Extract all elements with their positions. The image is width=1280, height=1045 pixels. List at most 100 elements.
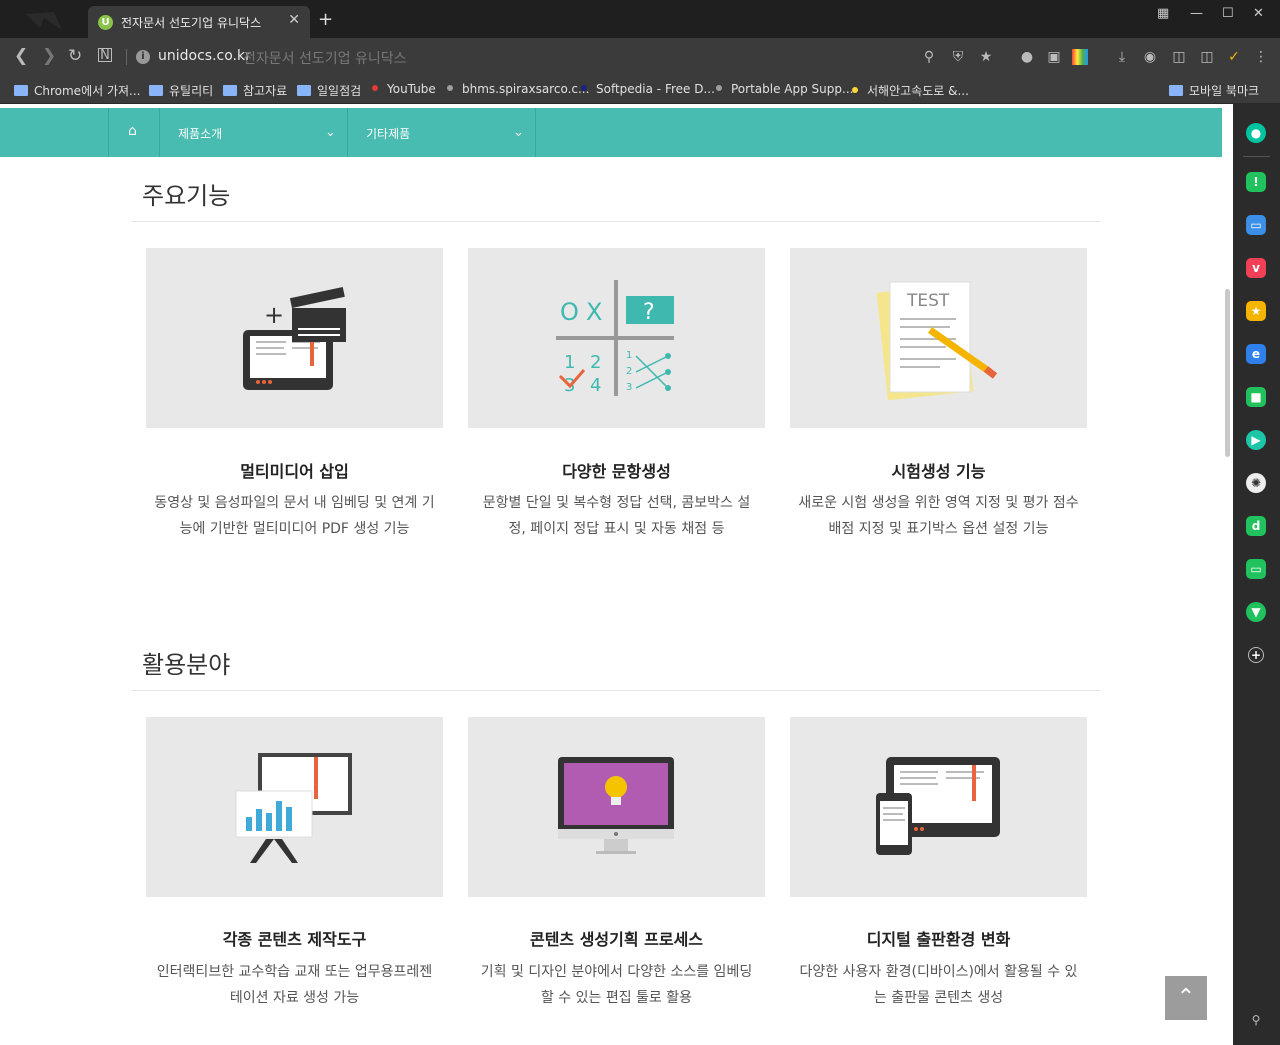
url-text[interactable]: unidocs.co.kr: [158, 48, 251, 64]
card-desc-line: 배점 지정 및 표기박스 옵션 설정 기능: [828, 521, 1049, 537]
card-desc-line: 다양한 사용자 환경(디바이스)에서 활용될 수 있: [799, 964, 1078, 980]
reader-icon[interactable]: N: [98, 48, 112, 62]
section-title-usage: 활용분야: [142, 651, 231, 679]
nav-home[interactable]: ⌂: [108, 108, 160, 157]
sidebar-panel-icon[interactable]: ◫: [1171, 49, 1187, 65]
favorite-icon[interactable]: ★: [1246, 301, 1266, 321]
site-info-icon[interactable]: i: [136, 50, 150, 64]
card-desc-line: 정, 페이지 정답 표시 및 자동 채점 등: [508, 521, 725, 537]
card-desc: 문항별 단일 및 복수형 정답 선택, 콤보박스 설 정, 페이지 정답 표시 …: [468, 490, 765, 542]
folder-icon: [297, 85, 311, 96]
card-desc-line: 기획 및 디자인 분야에서 다양한 소스를 임베딩: [480, 964, 753, 980]
bookmark-label: 유틸리티: [169, 84, 214, 98]
card-desc-line: 능에 기반한 멀티미디어 PDF 생성 기능: [179, 521, 410, 537]
bookmark-label: 모바일 북마크: [1189, 84, 1260, 98]
dict-icon[interactable]: d: [1246, 516, 1266, 536]
maximize-icon[interactable]: ☐: [1222, 6, 1234, 21]
card-desc: 인터랙티브한 교수학습 교재 또는 업무용프레젠 테이션 자료 생성 가능: [146, 959, 443, 1011]
svg-text:2: 2: [626, 366, 632, 377]
nav-item-products[interactable]: 제품소개 ⌄: [159, 108, 348, 157]
svg-text:3: 3: [626, 382, 632, 393]
talk-icon[interactable]: ▭: [1246, 559, 1266, 579]
note-icon[interactable]: ■: [1246, 387, 1266, 407]
bookmark-label: 일일점검: [317, 84, 362, 98]
nav-item-others[interactable]: 기타제품 ⌄: [347, 108, 536, 157]
reload-icon[interactable]: ↻: [68, 46, 82, 66]
calendar-icon[interactable]: ▭: [1246, 215, 1266, 235]
card-title: 멀티미디어 삽입: [240, 462, 349, 481]
scroll-to-top-button[interactable]: ⌃: [1165, 976, 1207, 1020]
browser-logo-icon: [18, 6, 74, 34]
globe-icon: [447, 85, 453, 91]
pocket-icon[interactable]: v: [1246, 258, 1266, 278]
close-window-icon[interactable]: ✕: [1253, 6, 1264, 21]
bookmark-site[interactable]: Portable App Supp...: [716, 82, 853, 96]
bookmark-icon[interactable]: ▼: [1246, 602, 1266, 622]
nav-label: 제품소개: [178, 127, 223, 141]
add-icon[interactable]: +: [1248, 647, 1264, 663]
bookmark-site[interactable]: 서해안고속도로 &...: [852, 82, 969, 99]
download-icon[interactable]: ⤓: [1114, 49, 1130, 65]
card-desc-line: 새로운 시험 생성을 위한 영역 지정 및 평가 점수: [798, 495, 1079, 511]
back-icon[interactable]: ❮: [14, 46, 28, 66]
card-desc: 새로운 시험 생성을 위한 영역 지정 및 평가 점수 배점 지정 및 표기박스…: [790, 490, 1087, 542]
card-desc-line: 동영상 및 음성파일의 문서 내 임베딩 및 연계 기: [154, 495, 435, 511]
page-scrollbar[interactable]: [1222, 104, 1233, 1045]
alarm-icon[interactable]: !: [1246, 172, 1266, 192]
folder-icon: [14, 85, 28, 96]
folder-icon: [149, 85, 163, 96]
forward-icon[interactable]: ❯: [42, 46, 56, 66]
youtube-icon: [372, 85, 378, 91]
color-picker-icon[interactable]: [1072, 49, 1088, 65]
bookmark-site[interactable]: bhms.spiraxsarco.c...: [447, 82, 589, 96]
extension-icon[interactable]: ▣: [1046, 49, 1062, 65]
pin-icon[interactable]: ⚲: [1246, 1010, 1266, 1030]
divider: [132, 690, 1100, 691]
camera-icon[interactable]: ◉: [1142, 49, 1158, 65]
whale-icon[interactable]: ●: [1246, 123, 1266, 143]
bookmark-label: YouTube: [387, 82, 436, 96]
bookmark-label: bhms.spiraxsarco.c...: [462, 82, 590, 96]
bookmark-label: Chrome에서 가져...: [34, 84, 141, 98]
section-title-features: 주요기능: [142, 182, 231, 210]
star-icon[interactable]: ★: [978, 49, 994, 65]
bookmark-folder[interactable]: 유틸리티: [149, 82, 213, 99]
card-desc-line: 할 수 있는 편집 툴로 활용: [540, 990, 693, 1006]
scrollbar-thumb[interactable]: [1225, 289, 1230, 457]
page-viewport: ⌂ 제품소개 ⌄ 기타제품 ⌄ 주요기능 + 멀티미디어 삽입 동영상 및 음성…: [0, 104, 1233, 1045]
site-nav-bar: ⌂ 제품소개 ⌄ 기타제품 ⌄: [0, 108, 1233, 157]
check-icon[interactable]: ✓: [1226, 49, 1242, 65]
address-separator: [126, 49, 127, 65]
shield-icon[interactable]: ⛨: [950, 49, 966, 65]
bookmark-youtube[interactable]: YouTube: [372, 82, 436, 96]
video-tablet-icon: +: [146, 248, 443, 428]
split-view-icon[interactable]: ◫: [1199, 49, 1215, 65]
tab-active[interactable]: U 전자문서 선도기업 유니닥스 ✕: [88, 6, 310, 38]
bookmark-label: Softpedia - Free D...: [596, 82, 715, 96]
minimize-icon[interactable]: —: [1190, 6, 1203, 21]
bookmark-folder[interactable]: Chrome에서 가져...: [14, 82, 141, 99]
share-icon[interactable]: ●: [1019, 49, 1035, 65]
openai-icon[interactable]: ✺: [1246, 473, 1266, 493]
bookmark-label: Portable App Supp...: [731, 82, 854, 96]
bookmark-site[interactable]: Softpedia - Free D...: [581, 82, 715, 96]
translate-icon[interactable]: e: [1246, 344, 1266, 364]
bookmark-folder-mobile[interactable]: 모바일 북마크: [1169, 82, 1259, 99]
play-icon[interactable]: ▶: [1246, 430, 1266, 450]
card-title: 콘텐츠 생성기획 프로세스: [529, 930, 704, 949]
new-tab-icon[interactable]: +: [318, 11, 333, 29]
svg-text:1: 1: [626, 350, 632, 361]
tab-search-icon[interactable]: ▦: [1157, 6, 1169, 21]
zoom-icon[interactable]: ⚲: [921, 49, 937, 65]
card-desc: 동영상 및 음성파일의 문서 내 임베딩 및 연계 기 능에 기반한 멀티미디어…: [146, 490, 443, 542]
quiz-ox-icon: O X ? 1 2 3 4 1 2 3: [468, 248, 765, 428]
chevron-down-icon: ⌄: [513, 125, 524, 140]
svg-text:+: +: [264, 301, 284, 329]
bookmark-folder[interactable]: 일일점검: [297, 82, 361, 99]
address-toolbar: ❮ ❯ ↻ N i unidocs.co.kr 전자문서 선도기업 유니닥스 ⚲…: [0, 38, 1280, 76]
menu-icon[interactable]: ⋮: [1253, 49, 1269, 65]
bookmark-folder[interactable]: 참고자료: [223, 82, 287, 99]
close-tab-icon[interactable]: ✕: [288, 12, 300, 28]
svg-text:X: X: [586, 298, 602, 326]
card-desc-line: 는 출판물 콘텐츠 생성: [873, 990, 1004, 1006]
